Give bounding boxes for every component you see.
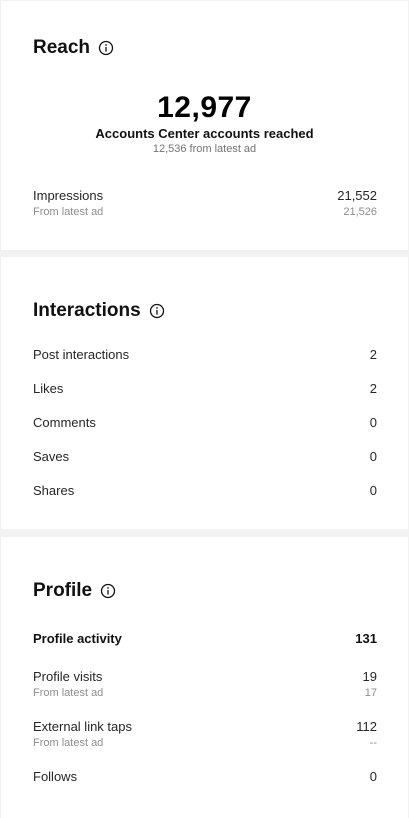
interactions-header: Interactions bbox=[33, 300, 165, 322]
reach-card: Reach 12,977 Accounts Center accounts re… bbox=[1, 1, 408, 250]
accounts-reached-latest-ad: 12,536 from latest ad bbox=[152, 143, 257, 155]
impressions-label: Impressions bbox=[33, 188, 104, 203]
profile-activity-value: 131 bbox=[355, 631, 377, 646]
reach-header: Reach bbox=[33, 37, 114, 59]
reach-title: Reach bbox=[33, 37, 91, 58]
profile-visits-sub-value: 17 bbox=[364, 687, 377, 699]
profile-visits-label: Profile visits bbox=[33, 669, 103, 684]
profile-activity-label: Profile activity bbox=[33, 631, 122, 646]
follows-label: Follows bbox=[33, 769, 78, 784]
interaction-row-post-interactions: Post interactions 2 bbox=[33, 346, 377, 364]
interaction-row-comments: Comments 0 bbox=[33, 414, 377, 432]
profile-visits-row: Profile visits From latest ad 19 17 bbox=[33, 668, 377, 701]
interaction-value: 0 bbox=[369, 415, 377, 430]
external-link-taps-sub-value: -- bbox=[369, 737, 377, 749]
interactions-card: Interactions Post interactions 2 Likes 2… bbox=[1, 257, 408, 529]
profile-activity-row: Profile activity 131 bbox=[33, 630, 377, 648]
profile-card: Profile Profile activity 131 Profile vis… bbox=[1, 537, 408, 818]
interaction-value: 2 bbox=[369, 347, 377, 362]
accounts-reached-label: Accounts Center accounts reached bbox=[95, 126, 314, 141]
profile-visits-value: 19 bbox=[362, 669, 377, 684]
impressions-sub-label: From latest ad bbox=[33, 206, 104, 218]
profile-visits-sub-label: From latest ad bbox=[33, 687, 104, 699]
interaction-label: Comments bbox=[33, 415, 96, 430]
info-icon[interactable] bbox=[149, 303, 165, 319]
info-icon[interactable] bbox=[100, 583, 116, 599]
external-link-taps-value: 112 bbox=[356, 719, 377, 734]
external-link-taps-label: External link taps bbox=[33, 719, 132, 734]
interaction-label: Saves bbox=[33, 449, 70, 464]
interaction-label: Likes bbox=[33, 381, 64, 396]
external-link-taps-row: External link taps From latest ad 112 -- bbox=[33, 718, 377, 751]
follows-value: 0 bbox=[369, 769, 377, 784]
interaction-label: Post interactions bbox=[33, 347, 130, 362]
interactions-title: Interactions bbox=[33, 300, 141, 321]
impressions-value: 21,552 bbox=[337, 188, 377, 203]
external-link-taps-sub-label: From latest ad bbox=[33, 737, 104, 749]
interaction-value: 0 bbox=[369, 449, 377, 464]
accounts-reached-metric: 12,977 Accounts Center accounts reached … bbox=[1, 91, 408, 156]
interaction-row-saves: Saves 0 bbox=[33, 448, 377, 466]
follows-row: Follows 0 bbox=[33, 768, 377, 786]
interaction-row-shares: Shares 0 bbox=[33, 482, 377, 500]
insights-page: Reach 12,977 Accounts Center accounts re… bbox=[0, 0, 409, 818]
profile-header: Profile bbox=[33, 580, 116, 602]
impressions-row: Impressions From latest ad 21,552 21,526 bbox=[33, 187, 377, 220]
interaction-value: 2 bbox=[369, 381, 377, 396]
interaction-row-likes: Likes 2 bbox=[33, 380, 377, 398]
interaction-value: 0 bbox=[369, 483, 377, 498]
profile-title: Profile bbox=[33, 580, 93, 601]
impressions-sub-value: 21,526 bbox=[343, 206, 377, 218]
info-icon[interactable] bbox=[98, 40, 114, 56]
accounts-reached-value: 12,977 bbox=[157, 91, 252, 124]
interaction-label: Shares bbox=[33, 483, 75, 498]
